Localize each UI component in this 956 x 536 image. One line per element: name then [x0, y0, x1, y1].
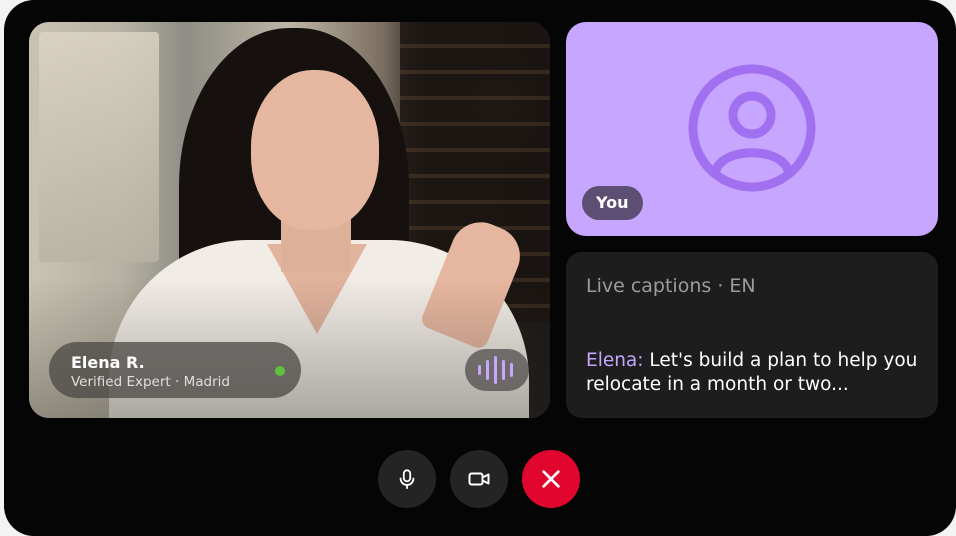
microphone-button[interactable]: [378, 450, 436, 508]
user-circle-icon: [688, 64, 816, 192]
captions-header: Live captions · EN: [586, 275, 756, 297]
self-video-tile[interactable]: You: [566, 22, 938, 236]
background-window: [39, 32, 159, 262]
self-label: You: [582, 186, 643, 220]
microphone-icon: [399, 469, 415, 490]
participant-name: Elena R.: [71, 353, 145, 372]
camera-button[interactable]: [450, 450, 508, 508]
remote-video-tile[interactable]: Elena R. Verified Expert · Madrid: [29, 22, 550, 418]
caption-line: Elena: Let's build a plan to help you re…: [586, 349, 924, 397]
call-window: Elena R. Verified Expert · Madrid You Li…: [4, 0, 956, 536]
caption-speaker: Elena:: [586, 350, 644, 371]
video-camera-icon: [468, 472, 490, 486]
participant-face: [251, 70, 379, 230]
end-call-button[interactable]: [522, 450, 580, 508]
online-status-dot: [275, 366, 285, 376]
audio-indicator: [465, 349, 529, 391]
end-call-icon: [542, 470, 560, 488]
participant-name-pill: Elena R. Verified Expert · Madrid: [49, 342, 301, 398]
live-captions-panel: Live captions · EN Elena: Let's build a …: [566, 252, 938, 418]
participant-subtitle: Verified Expert · Madrid: [71, 374, 230, 390]
